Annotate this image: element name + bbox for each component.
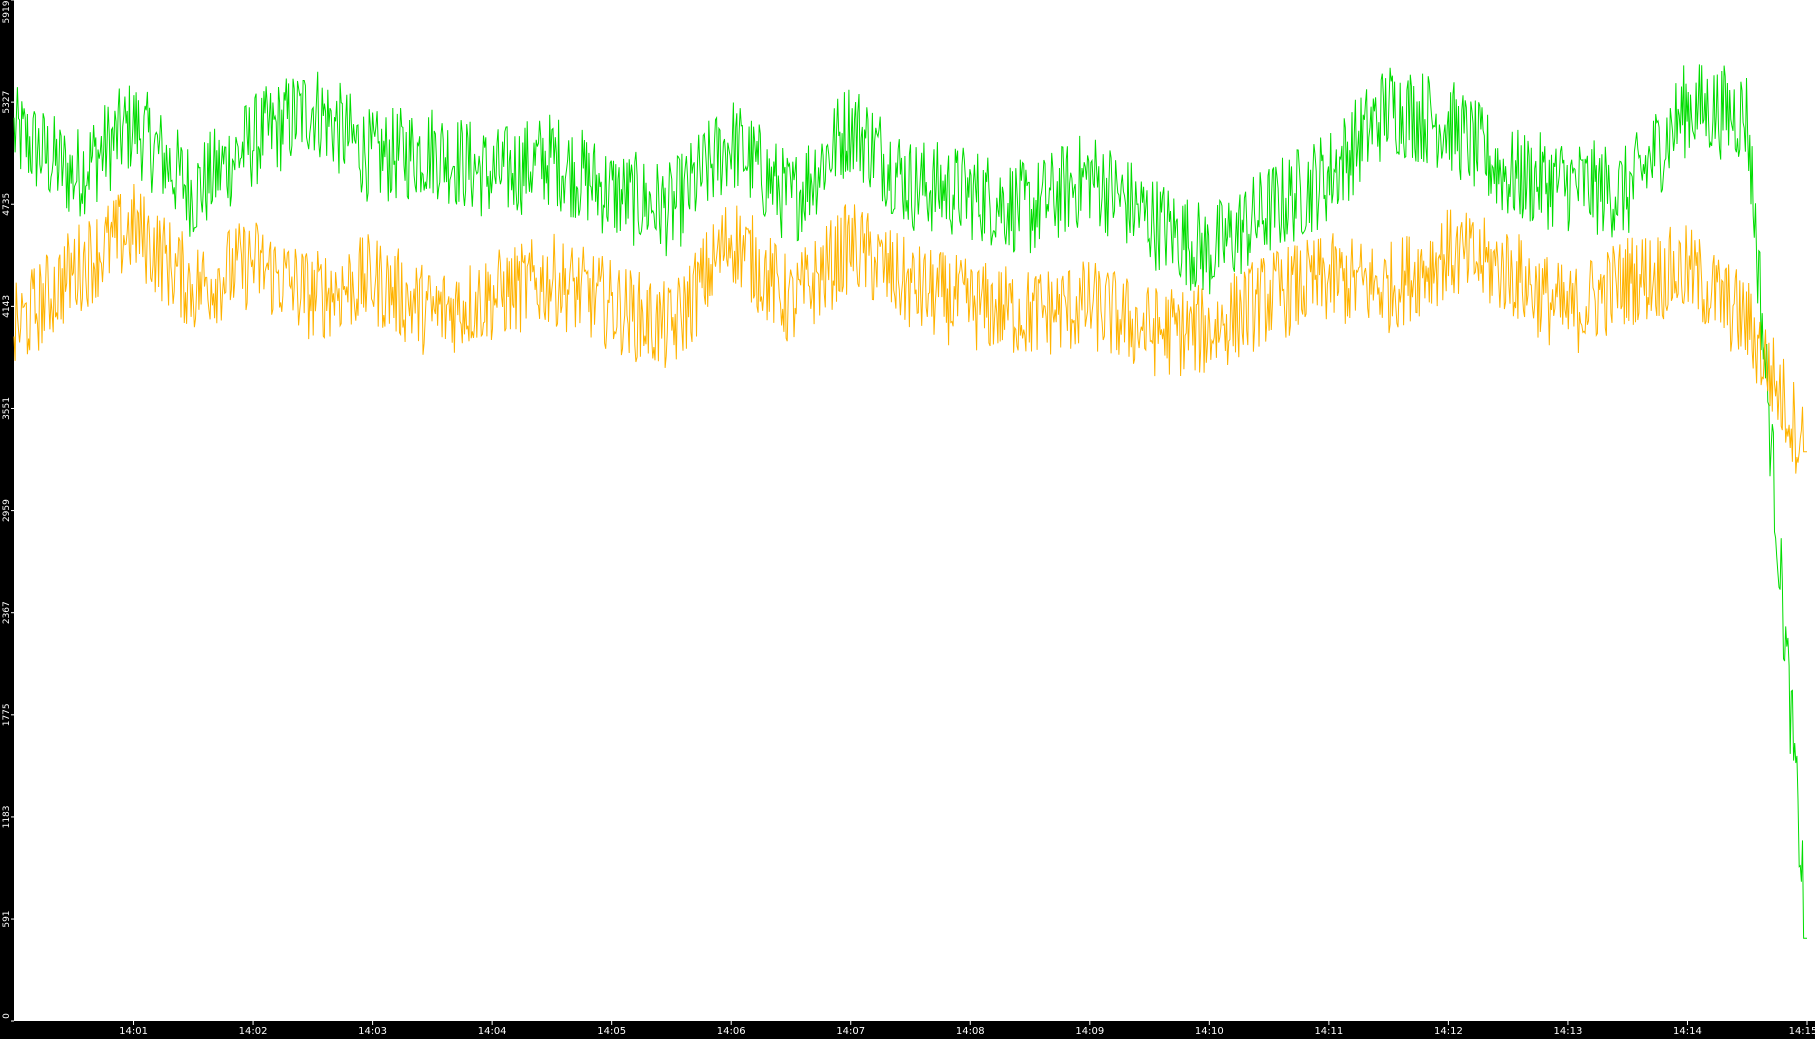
x-tick-label: 14:08 <box>956 1026 985 1037</box>
x-tick-label: 14:07 <box>836 1026 865 1037</box>
y-tick-label: 1775 <box>2 703 12 726</box>
y-tick-label: 5919 <box>2 0 12 23</box>
x-tick-label: 14:14 <box>1673 1026 1702 1037</box>
x-tick-label: 14:15 <box>1789 1026 1815 1037</box>
x-tick-label: 14:05 <box>597 1026 626 1037</box>
x-tick-label: 14:03 <box>358 1026 387 1037</box>
y-tick-label: 4143 <box>2 295 12 318</box>
line-chart: 0 591 1183 1775 2367 2959 3551 4143 4735 5327 5919… <box>0 0 1815 1039</box>
y-tick-label: 591 <box>2 910 12 927</box>
x-tick-label: 14:01 <box>119 1026 148 1037</box>
x-tick-label: 14:06 <box>717 1026 746 1037</box>
y-tick-label: 5327 <box>2 91 12 114</box>
x-tick-label: 14:02 <box>239 1026 268 1037</box>
x-tick-label: 14:11 <box>1314 1026 1343 1037</box>
y-tick-label: 4735 <box>2 193 12 216</box>
x-axis-bar <box>0 1021 1815 1039</box>
x-tick-label: 14:04 <box>478 1026 507 1037</box>
x-tick-label: 14:09 <box>1075 1026 1104 1037</box>
y-tick-label: 3551 <box>2 397 12 420</box>
y-tick-label: 2959 <box>2 499 12 522</box>
x-tick-label: 14:13 <box>1554 1026 1583 1037</box>
y-tick-label: 2367 <box>2 601 12 624</box>
x-tick-label: 14:10 <box>1195 1026 1224 1037</box>
y-tick-label: 0 <box>2 1013 12 1019</box>
y-tick-label: 1183 <box>2 805 12 828</box>
x-tick-label: 14:12 <box>1434 1026 1463 1037</box>
